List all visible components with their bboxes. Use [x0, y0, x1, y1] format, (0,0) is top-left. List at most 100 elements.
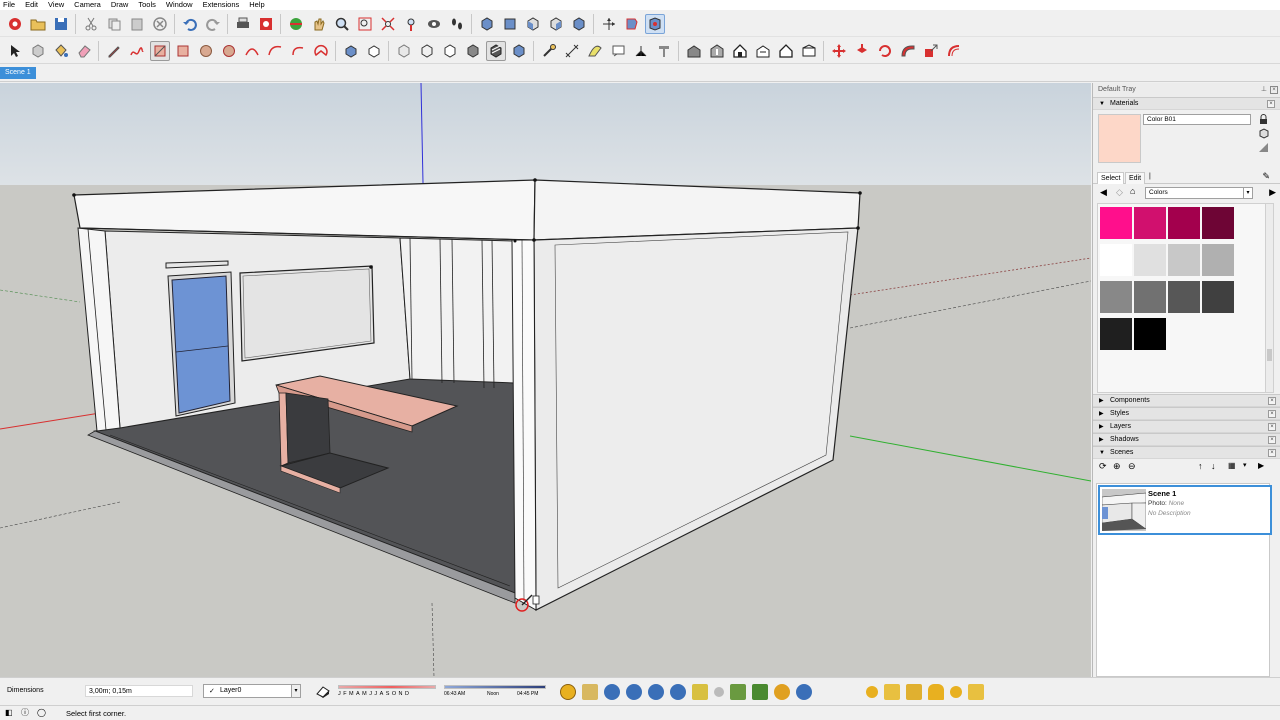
scenes-panel-header[interactable]: ▼ Scenes ×: [1093, 446, 1280, 459]
new-button[interactable]: [5, 14, 25, 34]
material-swatch[interactable]: [1134, 318, 1166, 350]
spot-light-icon[interactable]: [884, 684, 900, 700]
section-plane-button[interactable]: [622, 14, 642, 34]
extension-gear-icon[interactable]: [774, 684, 790, 700]
rectangle-tool-button[interactable]: [149, 40, 170, 61]
material-swatch[interactable]: [1202, 207, 1234, 239]
model-info-button[interactable]: [256, 14, 276, 34]
collection-select[interactable]: Colors ▾: [1145, 187, 1253, 199]
3d-text-button[interactable]: [654, 41, 674, 61]
refresh-icon[interactable]: ⟳: [1099, 461, 1107, 472]
save-button[interactable]: [51, 14, 71, 34]
text-tool-button[interactable]: [608, 41, 628, 61]
details-arrow-icon[interactable]: ▶: [1269, 187, 1276, 198]
material-swatch[interactable]: [1134, 244, 1166, 276]
iso-view-button[interactable]: [477, 14, 497, 34]
zoom-button[interactable]: [332, 14, 352, 34]
orbit-button[interactable]: [286, 14, 306, 34]
extension-tag2-icon[interactable]: [692, 684, 708, 700]
menu-window[interactable]: Window: [166, 0, 193, 10]
menu-tools[interactable]: Tools: [138, 0, 156, 10]
scale-button[interactable]: [921, 41, 941, 61]
shadows-panel-header[interactable]: ▶ Shadows ×: [1093, 433, 1280, 446]
geo-location-icon[interactable]: ◧: [5, 708, 15, 718]
components-panel-header[interactable]: ▶ Components ×: [1093, 394, 1280, 407]
shaded-button[interactable]: [463, 41, 483, 61]
material-name-field[interactable]: Color B01: [1143, 114, 1251, 125]
pin-icon[interactable]: ⊥: [1261, 83, 1267, 97]
push-pull-button[interactable]: [852, 41, 872, 61]
paint-bucket-button[interactable]: [51, 41, 71, 61]
menu-edit[interactable]: Edit: [25, 0, 38, 10]
extension-pause-icon[interactable]: [796, 684, 812, 700]
rotate-button[interactable]: [875, 41, 895, 61]
material-swatch[interactable]: [1168, 207, 1200, 239]
warehouse-button[interactable]: [684, 41, 704, 61]
wireframe-button[interactable]: [417, 41, 437, 61]
menu-camera[interactable]: Camera: [74, 0, 101, 10]
back-arrow-icon[interactable]: ◀: [1100, 187, 1107, 198]
protractor-button[interactable]: [585, 41, 605, 61]
shaded-textures-button[interactable]: [485, 40, 506, 61]
styles-panel-header[interactable]: ▶ Styles ×: [1093, 407, 1280, 420]
open-button[interactable]: [28, 14, 48, 34]
create-material-icon[interactable]: [1258, 128, 1269, 139]
walk-button[interactable]: [447, 14, 467, 34]
components-close-button[interactable]: ×: [1268, 397, 1276, 405]
dome-light-icon[interactable]: [928, 684, 944, 700]
shadow-date-slider[interactable]: JFMAMJJASOND: [338, 683, 436, 701]
view-options-dropdown-icon[interactable]: ▾: [1243, 461, 1247, 469]
styles-close-button[interactable]: ×: [1268, 410, 1276, 418]
axes-button[interactable]: [599, 14, 619, 34]
scrollbar-thumb[interactable]: [1267, 349, 1272, 361]
move-up-icon[interactable]: ↑: [1198, 461, 1203, 471]
extension-m-icon[interactable]: [560, 684, 576, 700]
point-light-icon[interactable]: [950, 686, 962, 698]
material-swatch[interactable]: [1168, 244, 1200, 276]
freehand-tool-button[interactable]: [127, 41, 147, 61]
copy-button[interactable]: [104, 14, 124, 34]
cut-button[interactable]: [81, 14, 101, 34]
tab-edit[interactable]: Edit: [1125, 172, 1146, 184]
extension-tag-icon[interactable]: [582, 684, 598, 700]
materials-panel-header[interactable]: ▼ Materials ×: [1093, 97, 1280, 110]
make-component-button[interactable]: [28, 41, 48, 61]
position-camera-button[interactable]: [424, 14, 444, 34]
pie-tool-button[interactable]: [311, 41, 331, 61]
material-swatch[interactable]: [1202, 244, 1234, 276]
credits-icon[interactable]: ⓘ: [21, 708, 31, 718]
paste-button[interactable]: [127, 14, 147, 34]
material-swatch[interactable]: [1100, 318, 1132, 350]
scene-item[interactable]: Scene 1 Photo: None No Description: [1098, 485, 1272, 535]
monochrome-button[interactable]: [509, 41, 529, 61]
extension-tree-icon[interactable]: [730, 684, 746, 700]
sample-paint-icon[interactable]: [1258, 142, 1269, 153]
materials-close-button[interactable]: ×: [1267, 100, 1275, 108]
circle-tool-button[interactable]: [196, 41, 216, 61]
extension-warehouse-button[interactable]: [776, 41, 796, 61]
three-point-arc-button[interactable]: [288, 41, 308, 61]
xray-button[interactable]: [394, 41, 414, 61]
get-models-button[interactable]: [730, 41, 750, 61]
hidden-line-button[interactable]: [440, 41, 460, 61]
shadow-time-slider[interactable]: 06:43 AM Noon 04:45 PM: [444, 683, 546, 701]
display-section-button[interactable]: [644, 13, 665, 34]
menu-extensions[interactable]: Extensions: [203, 0, 240, 10]
shadows-toggle-button[interactable]: [316, 685, 330, 698]
extension-manager-button[interactable]: [799, 41, 819, 61]
pan-button[interactable]: [309, 14, 329, 34]
user-icon[interactable]: ◯: [37, 708, 47, 718]
tray-close-button[interactable]: ×: [1270, 86, 1278, 94]
rotated-rectangle-button[interactable]: [173, 41, 193, 61]
material-swatch[interactable]: [1134, 207, 1166, 239]
lock-icon[interactable]: [1258, 114, 1269, 125]
extension-br-icon[interactable]: [648, 684, 664, 700]
print-button[interactable]: [233, 14, 253, 34]
measurements-box[interactable]: 3,00m; 0,15m: [85, 685, 193, 697]
redo-button[interactable]: [203, 14, 223, 34]
help-icon[interactable]: [670, 684, 686, 700]
omni-light-icon[interactable]: [968, 684, 984, 700]
scenes-close-button[interactable]: ×: [1268, 449, 1276, 457]
extension-tree2-icon[interactable]: [752, 684, 768, 700]
material-swatch[interactable]: [1168, 281, 1200, 313]
